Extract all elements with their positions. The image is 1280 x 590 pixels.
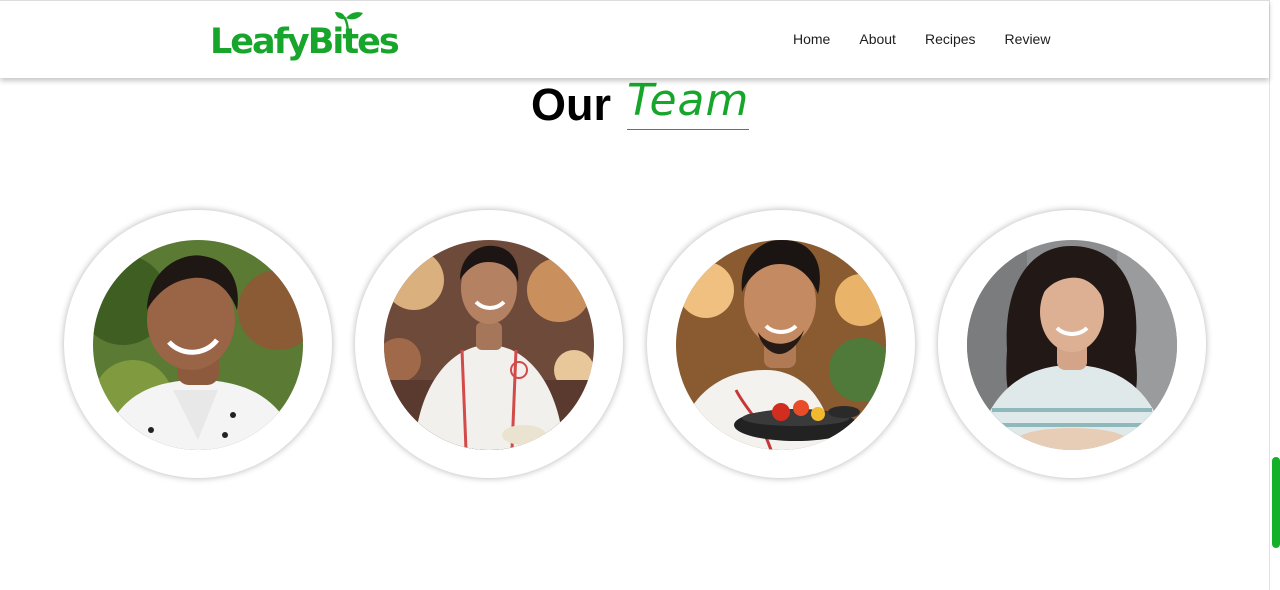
nav-home-link[interactable]: Home xyxy=(793,30,830,48)
page-viewport: LeafyBites Home About Recipes Review Our… xyxy=(0,0,1280,590)
brand-logo[interactable]: LeafyBites xyxy=(208,11,400,69)
team-member-card xyxy=(938,210,1206,478)
team-member-card xyxy=(64,210,332,478)
chef-portrait-1 xyxy=(93,240,303,450)
scrollbar-thumb[interactable] xyxy=(1272,457,1280,548)
team-member-card xyxy=(647,210,915,478)
heading-team: Team xyxy=(627,79,750,130)
nav-review-link[interactable]: Review xyxy=(1005,30,1051,48)
nav-about-link[interactable]: About xyxy=(859,30,896,48)
nav-recipes-link[interactable]: Recipes xyxy=(925,30,976,48)
heading-our: Our xyxy=(531,79,612,130)
leaf-icon xyxy=(335,12,363,35)
chef-portrait-3 xyxy=(676,240,886,450)
team-member-card xyxy=(355,210,623,478)
site-header: LeafyBites Home About Recipes Review xyxy=(0,0,1269,78)
chef-portrait-4 xyxy=(967,240,1177,450)
page-scrollbar[interactable] xyxy=(1269,0,1280,590)
main-nav: Home About Recipes Review xyxy=(793,30,1079,48)
chef-portrait-2 xyxy=(384,240,594,450)
brand-name: LeafyBites xyxy=(210,22,400,62)
